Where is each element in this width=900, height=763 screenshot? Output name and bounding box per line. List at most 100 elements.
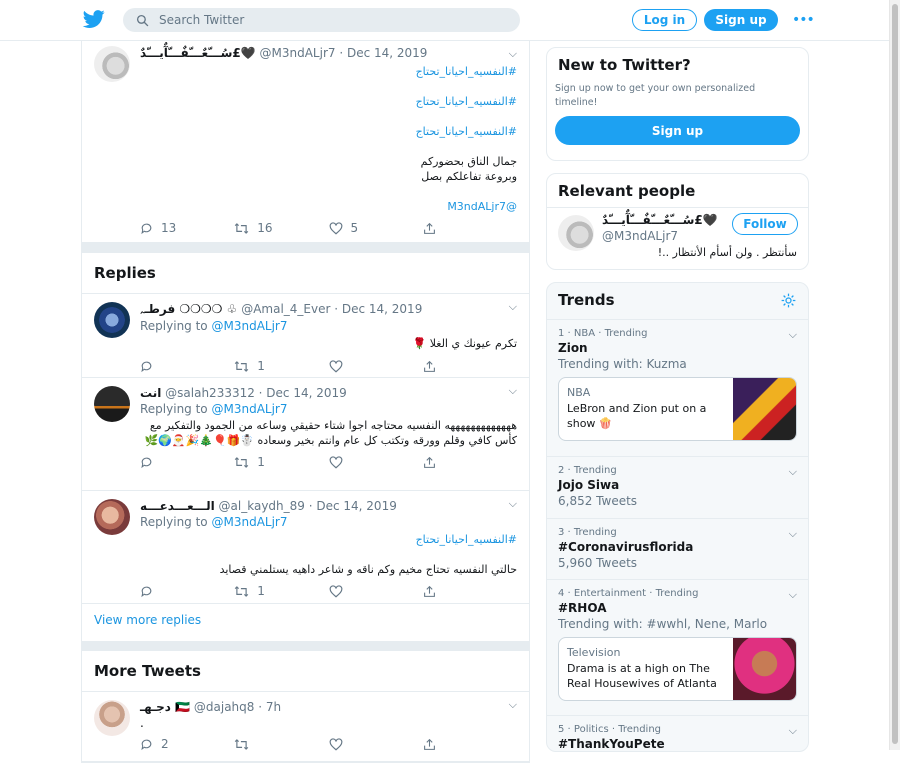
retweet-button[interactable]: 16 — [234, 221, 328, 235]
mention[interactable]: @M3ndALjr7 — [211, 402, 287, 416]
trend-item[interactable]: 2 · Trending ⌵ Jojo Siwa 6,852 Tweets — [547, 457, 808, 519]
trend-item[interactable]: 1 · NBA · Trending ⌵ Zion Trending with:… — [547, 320, 808, 457]
chevron-down-icon[interactable]: ⌵ — [789, 465, 797, 479]
scrollbar-thumb[interactable] — [892, 4, 898, 744]
hashtag[interactable]: #النفسيه_احيانا_تحتاج — [140, 124, 517, 139]
chevron-down-icon[interactable]: ⌵ — [509, 497, 517, 511]
divider — [81, 642, 530, 650]
trend-sub: 6,852 Tweets — [558, 494, 638, 508]
chevron-down-icon[interactable]: ⌵ — [509, 384, 517, 398]
chevron-down-icon[interactable]: ⌵ — [509, 698, 517, 712]
chevron-down-icon[interactable]: ⌵ — [509, 300, 517, 314]
avatar[interactable] — [94, 302, 130, 338]
news-image — [733, 378, 796, 440]
author-name[interactable]: الـــعـــدعـــه — [140, 499, 215, 513]
search-bar[interactable] — [123, 8, 520, 32]
handle-date: @dajahq8 · 7h — [193, 700, 282, 714]
author-name[interactable]: دجـهـ 🇰🇼 — [140, 700, 190, 714]
avatar[interactable] — [558, 215, 594, 251]
person-name[interactable]: سُـــّعٌـــّفٌـــّآٌيـــّدٌ£🖤 — [602, 213, 718, 227]
news-card[interactable]: NBA LeBron and Zion put on a show 🍿 — [558, 377, 797, 441]
author-name[interactable]: فرطـﮧ ❍❍❍❍ ♧ — [140, 302, 237, 316]
person-handle: @M3ndALjr7 — [602, 229, 679, 243]
more-menu-icon[interactable]: ••• — [792, 12, 815, 28]
gear-icon[interactable] — [781, 293, 796, 308]
hashtag[interactable]: #النفسيه_احيانا_تحتاج — [140, 94, 517, 109]
retweet-button[interactable]: 1 — [234, 584, 328, 598]
heart-icon — [329, 221, 342, 235]
tweet-actions: 1 — [140, 583, 517, 599]
mention[interactable]: @M3ndALjr7 — [140, 199, 517, 214]
author-name[interactable]: سُـــّعٌـــّفٌـــّآٌيـــّدٌ£🖤 — [140, 46, 256, 60]
avatar[interactable] — [94, 386, 130, 422]
reply-tweet[interactable]: ⌵ انت @salah233312 · Dec 14, 2019 Replyi… — [82, 378, 529, 491]
main-tweet-card: ⌵ سُـــّعٌـــّفٌـــّآٌيـــّدٌ£🖤 @M3ndALj… — [81, 41, 530, 244]
retweet-button[interactable] — [234, 738, 328, 751]
like-button[interactable] — [329, 737, 423, 751]
hashtag[interactable]: #النفسيه_احيانا_تحتاج — [140, 532, 517, 547]
share-button[interactable] — [423, 222, 517, 235]
scrollbar[interactable] — [889, 0, 900, 750]
relevant-people-box: Relevant people سُـــّعٌـــّفٌـــّآٌيـــ… — [546, 173, 809, 270]
author-name[interactable]: انت — [140, 386, 161, 400]
main-tweet[interactable]: ⌵ سُـــّعٌـــّفٌـــّآٌيـــّدٌ£🖤 @M3ndALj… — [82, 41, 529, 243]
trend-item[interactable]: 5 · Politics · Trending ⌵ #ThankYouPete — [547, 716, 808, 751]
reply-icon — [141, 361, 152, 372]
reply-icon — [141, 739, 152, 750]
login-button[interactable]: Log in — [632, 9, 697, 31]
heart-icon — [329, 737, 342, 751]
reply-button[interactable] — [140, 360, 234, 373]
replying-prefix: Replying to — [140, 319, 208, 333]
retweet-button[interactable]: 1 — [234, 455, 328, 469]
like-button[interactable] — [329, 455, 423, 469]
reply-button[interactable] — [140, 456, 234, 469]
retweet-icon — [234, 456, 249, 468]
mention[interactable]: @M3ndALjr7 — [211, 319, 287, 333]
like-button[interactable] — [329, 359, 423, 373]
share-button[interactable] — [423, 456, 517, 469]
avatar[interactable] — [94, 700, 130, 736]
retweet-count: 1 — [257, 455, 265, 469]
reply-button[interactable]: 2 — [140, 737, 234, 751]
signup-button[interactable]: Sign up — [704, 9, 778, 31]
avatar[interactable] — [94, 46, 130, 82]
like-button[interactable]: 5 — [329, 221, 423, 235]
more-tweet[interactable]: ⌵ دجـهـ 🇰🇼 @dajahq8 · 7h . 2 — [82, 692, 529, 762]
chevron-down-icon[interactable]: ⌵ — [789, 527, 797, 541]
reply-icon — [141, 223, 152, 234]
like-button[interactable] — [329, 584, 423, 598]
avatar[interactable] — [94, 499, 130, 535]
news-headline: LeBron and Zion put on a show 🍿 — [567, 402, 707, 430]
search-input[interactable] — [159, 13, 499, 27]
share-button[interactable] — [423, 585, 517, 598]
heart-icon — [329, 584, 342, 598]
sidebar-signup-button[interactable]: Sign up — [555, 116, 800, 145]
reply-tweet[interactable]: ⌵ فرطـﮧ ❍❍❍❍ ♧ @Amal_4_Ever · Dec 14, 20… — [82, 294, 529, 378]
chevron-down-icon[interactable]: ⌵ — [789, 588, 797, 602]
relevant-person[interactable]: سُـــّعٌـــّفٌـــّآٌيـــّدٌ£🖤 @M3ndALjr7… — [547, 208, 808, 265]
reply-button[interactable]: 13 — [140, 221, 234, 235]
share-button[interactable] — [423, 738, 517, 751]
follow-button[interactable]: Follow — [732, 213, 798, 235]
news-card[interactable]: Television Drama is at a high on The Rea… — [558, 637, 797, 701]
hashtag[interactable]: #النفسيه_احيانا_تحتاج — [140, 64, 517, 79]
reply-icon — [141, 457, 152, 468]
tweet-header: سُـــّعٌـــّفٌـــّآٌيـــّدٌ£🖤 @M3ndALjr7… — [140, 46, 517, 60]
trend-item[interactable]: 3 · Trending ⌵ #Coronavirusflorida 5,960… — [547, 519, 808, 580]
tweet-actions: 1 — [140, 358, 517, 374]
share-button[interactable] — [423, 360, 517, 373]
chevron-down-icon[interactable]: ⌵ — [789, 328, 797, 342]
tweet-text: هههههههههههههه النفسيه محتاجه اجوا شتاء … — [144, 419, 517, 447]
trend-meta: 5 · Politics · Trending — [558, 724, 662, 735]
retweet-button[interactable]: 1 — [234, 359, 328, 373]
chevron-down-icon[interactable]: ⌵ — [509, 47, 517, 61]
top-bar: Log in Sign up ••• — [0, 0, 890, 41]
reply-button[interactable] — [140, 585, 234, 598]
tweet-text: . — [140, 716, 144, 730]
trend-item[interactable]: 4 · Entertainment · Trending ⌵ #RHOA Tre… — [547, 580, 808, 716]
twitter-logo-icon[interactable] — [82, 8, 106, 30]
view-more-replies-link[interactable]: View more replies — [82, 604, 529, 641]
chevron-down-icon[interactable]: ⌵ — [789, 724, 797, 738]
reply-tweet[interactable]: ⌵ الـــعـــدعـــه @al_kaydh_89 · Dec 14,… — [82, 491, 529, 604]
mention[interactable]: @M3ndALjr7 — [211, 515, 287, 529]
